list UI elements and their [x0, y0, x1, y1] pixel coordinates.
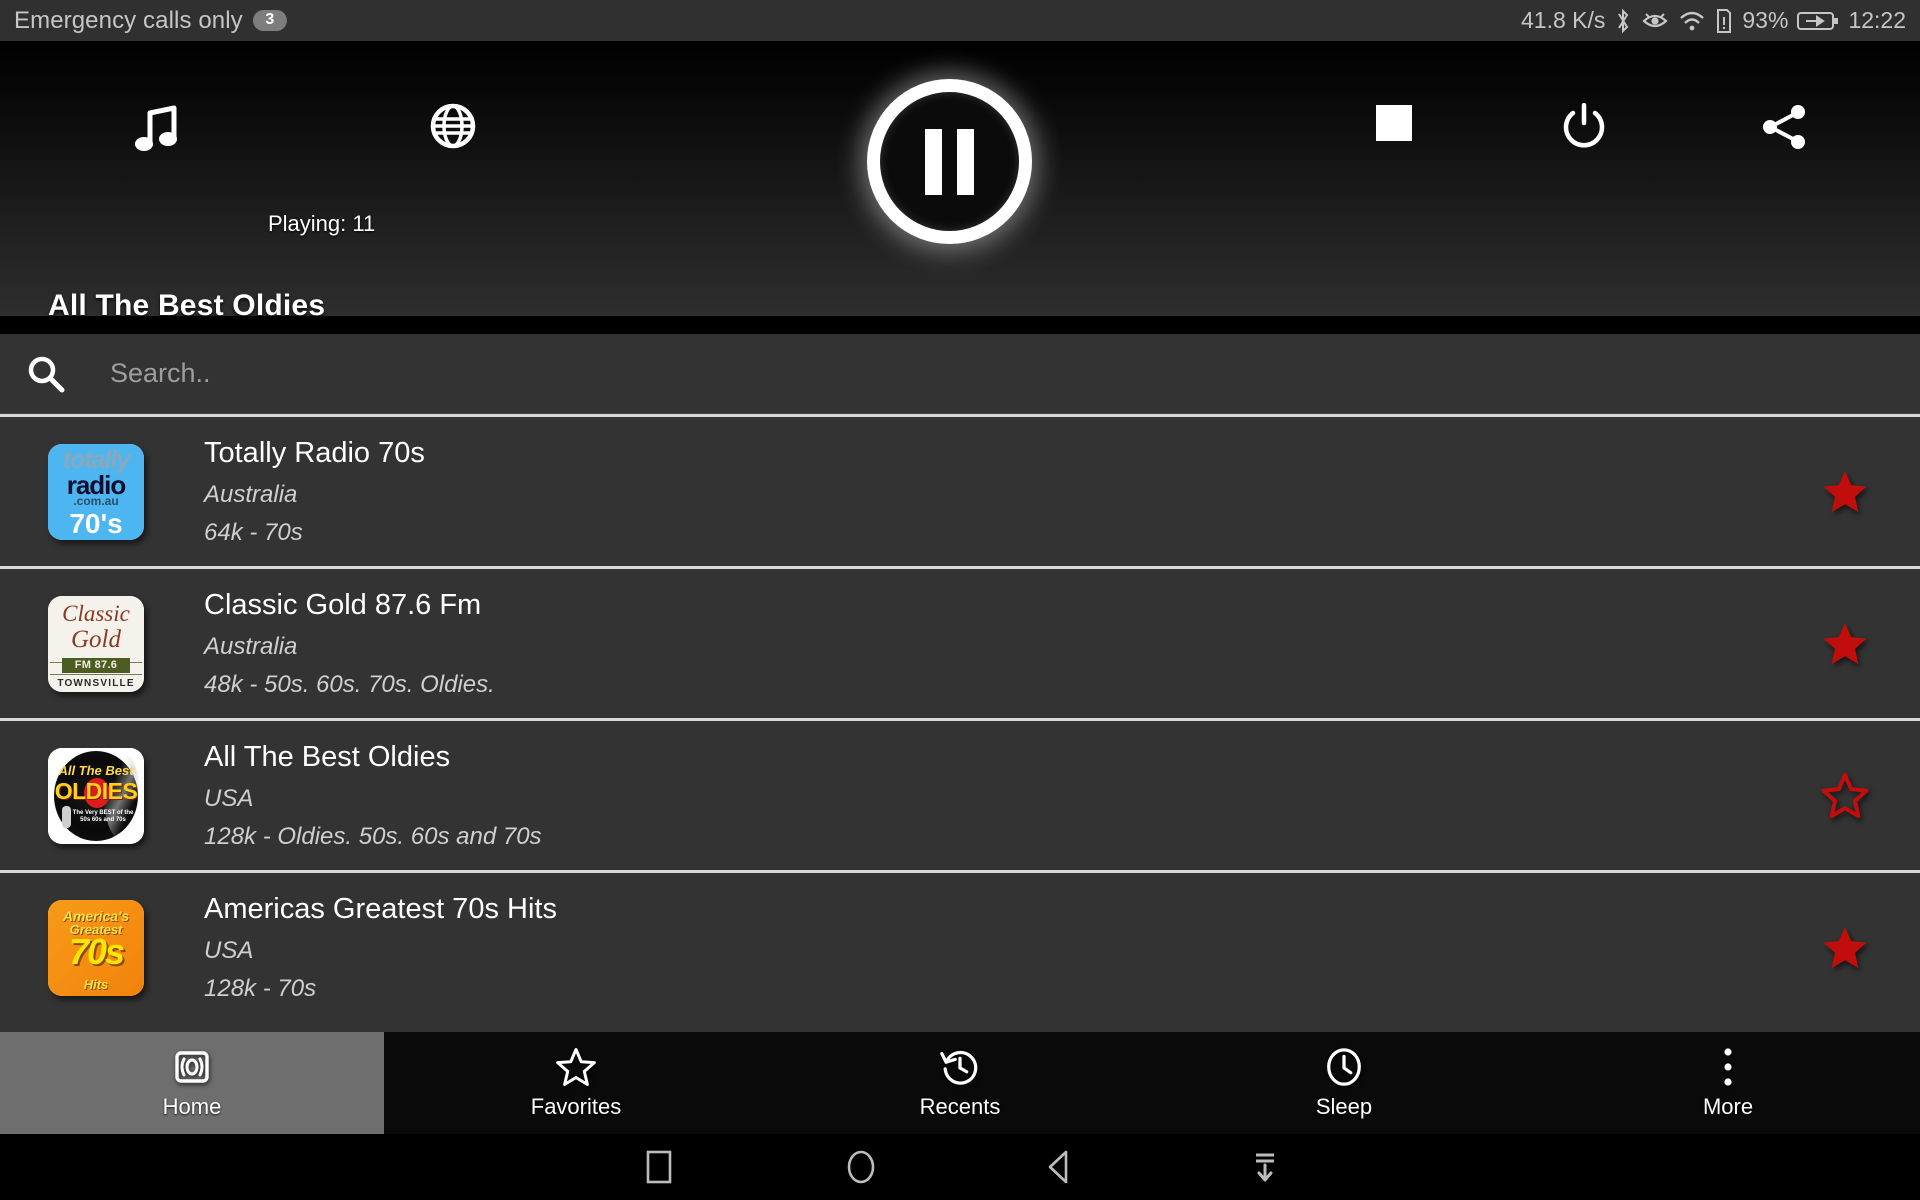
- station-info: All The Best Oldies USA 128k - Oldies. 50s…: [204, 741, 1770, 851]
- logo-line-4: TOWNSVILLE: [57, 677, 135, 689]
- search-input[interactable]: [110, 358, 1810, 389]
- tab-recents[interactable]: Recents: [768, 1032, 1152, 1134]
- square-icon[interactable]: [640, 1148, 678, 1186]
- globe-icon[interactable]: [430, 103, 476, 149]
- logo-line-3: The Very BEST of the 50s 60s and 70s: [72, 809, 134, 824]
- favorite-toggle[interactable]: [1770, 468, 1920, 516]
- player-header: Playing: 11 All The Best Oldies: [0, 41, 1920, 322]
- logo-line-1: Classic: [62, 600, 130, 626]
- triangle-back-icon[interactable]: [1040, 1148, 1078, 1186]
- station-row[interactable]: America's Greatest 70s Hits Americas Greates…: [0, 870, 1920, 1022]
- station-row[interactable]: totally radio .com.au 70's Totally Radio 70s…: [0, 414, 1920, 566]
- station-info: Americas Greatest 70s Hits USA 128k - 70s: [204, 893, 1770, 1003]
- favorite-toggle[interactable]: [1770, 620, 1920, 668]
- tab-label: Favorites: [530, 1093, 622, 1119]
- station-info: Classic Gold 87.6 Fm Australia 48k - 50s. …: [204, 589, 1770, 699]
- logo-line-3: FM 87.6: [62, 657, 130, 673]
- search-icon: [26, 354, 66, 394]
- logo-line-3: 70s: [68, 930, 125, 972]
- eye-icon: [1641, 8, 1669, 34]
- station-info: Totally Radio 70s Australia 64k - 70s: [204, 437, 1770, 547]
- station-country: Australia: [204, 480, 298, 508]
- station-name: All The Best Oldies: [204, 740, 451, 773]
- share-button[interactable]: [1760, 103, 1810, 151]
- station-logo: Classic Gold FM 87.6 TOWNSVILLE: [48, 595, 144, 692]
- station-country: USA: [204, 784, 254, 812]
- circle-icon[interactable]: [842, 1148, 880, 1186]
- tab-sleep[interactable]: Sleep: [1152, 1032, 1536, 1134]
- station-logo-art: All The Best OLDIES The Very BEST of the 5…: [48, 747, 144, 844]
- station-list[interactable]: totally radio .com.au 70's Totally Radio 70s…: [0, 414, 1920, 1032]
- station-description: 128k - 70s: [204, 974, 317, 1002]
- android-status-bar: Emergency calls only 3 41.8 K/s 93% 12:2…: [0, 0, 1920, 41]
- logo-line-2: OLDIES: [54, 777, 138, 804]
- wifi-icon: [1678, 8, 1706, 34]
- station-name: Americas Greatest 70s Hits: [204, 892, 557, 925]
- station-row[interactable]: Classic Gold FM 87.6 TOWNSVILLE Classic Gold…: [0, 566, 1920, 718]
- status-right: 41.8 K/s 93% 12:22: [1521, 7, 1906, 34]
- station-name: Classic Gold 87.6 Fm: [204, 588, 482, 621]
- logo-line-1: America's: [62, 907, 130, 924]
- station-logo: All The Best OLDIES The Very BEST of the 5…: [48, 747, 144, 844]
- play-pause-button[interactable]: [867, 79, 1032, 244]
- search-bar[interactable]: [0, 334, 1920, 414]
- station-country: USA: [204, 936, 254, 964]
- history-icon: [939, 1047, 981, 1087]
- music-note-icon[interactable]: [134, 103, 180, 155]
- broadcast-icon: [172, 1047, 212, 1087]
- notification-count-badge: 3: [252, 10, 287, 31]
- now-playing-station-title: All The Best Oldies: [48, 289, 326, 322]
- logo-line-2: Gold: [71, 625, 121, 653]
- android-navigation-bar: [0, 1134, 1920, 1200]
- favorite-toggle[interactable]: [1770, 772, 1920, 820]
- status-left: Emergency calls only 3: [14, 7, 287, 35]
- star-outline-icon: [555, 1047, 597, 1087]
- tab-more[interactable]: More: [1536, 1032, 1920, 1134]
- clock-icon: [1323, 1047, 1365, 1087]
- logo-line-4: 70's: [69, 507, 123, 539]
- clock-label: 12:22: [1848, 7, 1906, 33]
- carrier-label: Emergency calls only: [14, 6, 243, 34]
- tab-label: Recents: [919, 1093, 1001, 1119]
- battery-percent-label: 93%: [1742, 7, 1789, 33]
- station-logo-art: totally radio .com.au 70's: [48, 443, 144, 540]
- station-logo: totally radio .com.au 70's: [48, 443, 144, 540]
- network-speed-label: 41.8 K/s: [1521, 7, 1606, 33]
- tab-home[interactable]: Home: [0, 1032, 384, 1134]
- tab-label: Home: [162, 1093, 222, 1119]
- playing-count-label: Playing: 11: [268, 211, 376, 236]
- tab-label: Sleep: [1315, 1093, 1373, 1119]
- logo-line-1: All The Best: [58, 762, 134, 778]
- battery-charging-icon: [1797, 9, 1839, 33]
- bottom-tab-bar[interactable]: Home Favorites Recents Sleep More: [0, 1032, 1920, 1134]
- station-row[interactable]: All The Best OLDIES The Very BEST of the 5…: [0, 718, 1920, 870]
- sim-alert-icon: [1715, 8, 1733, 34]
- logo-line-3: .com.au: [73, 493, 119, 508]
- overflow-dots-icon: [1720, 1047, 1736, 1087]
- station-country: Australia: [204, 632, 298, 660]
- station-logo: America's Greatest 70s Hits: [48, 899, 144, 996]
- favorite-toggle[interactable]: [1770, 924, 1920, 972]
- pause-bar-right: [957, 128, 974, 195]
- radio-app-screen: Emergency calls only 3 41.8 K/s 93% 12:2…: [0, 0, 1920, 1200]
- bluetooth-icon: [1614, 8, 1632, 34]
- logo-line-4: Hits: [83, 976, 109, 992]
- station-logo-art: America's Greatest 70s Hits: [48, 899, 144, 996]
- pause-bar-left: [925, 128, 942, 195]
- tab-label: More: [1702, 1093, 1754, 1119]
- station-description: 128k - Oldies. 50s. 60s and 70s: [204, 822, 542, 850]
- station-description: 48k - 50s. 60s. 70s. Oldies.: [204, 670, 495, 698]
- station-logo-art: Classic Gold FM 87.6 TOWNSVILLE: [48, 595, 144, 692]
- logo-line-1: totally: [62, 445, 131, 474]
- station-name: Totally Radio 70s: [204, 436, 425, 469]
- power-button[interactable]: [1561, 103, 1607, 151]
- hide-navbar-icon[interactable]: [1246, 1150, 1284, 1184]
- tab-favorites[interactable]: Favorites: [384, 1032, 768, 1134]
- station-description: 64k - 70s: [204, 518, 303, 546]
- stop-button[interactable]: [1374, 103, 1414, 143]
